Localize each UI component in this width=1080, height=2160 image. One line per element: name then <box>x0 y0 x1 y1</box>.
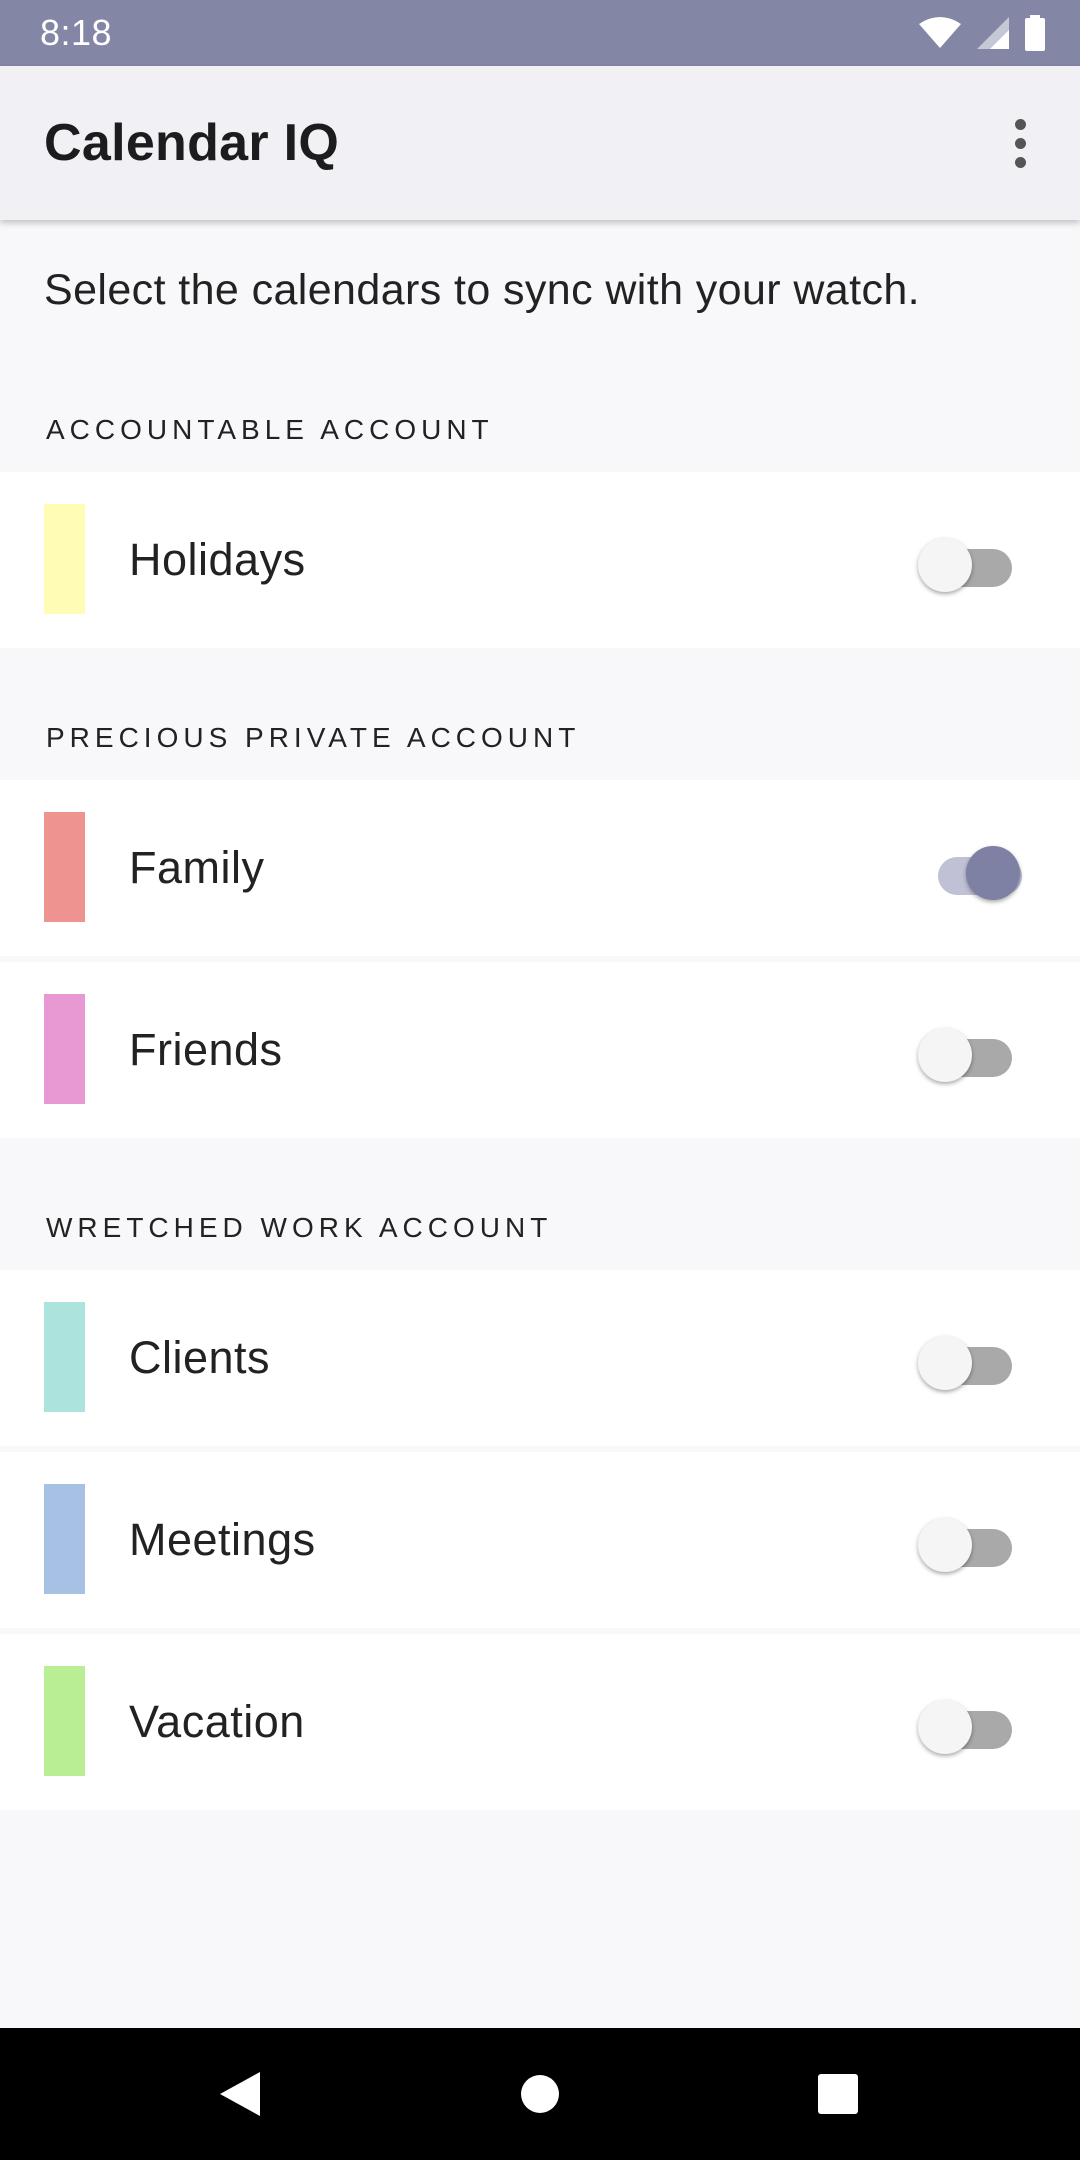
calendar-label: Meetings <box>129 1514 316 1565</box>
status-time: 8:18 <box>40 12 113 53</box>
back-icon[interactable] <box>180 2028 300 2160</box>
section-header-work: WRETCHED WORK ACCOUNT <box>46 1212 553 1243</box>
wifi-icon <box>919 17 961 48</box>
calendar-color-swatch <box>44 1302 85 1412</box>
calendar-row-vacation[interactable]: Vacation <box>0 1634 1080 1810</box>
recents-icon[interactable] <box>778 2028 898 2160</box>
calendar-color-swatch <box>44 1666 85 1776</box>
sync-toggle-vacation[interactable] <box>918 1692 1028 1754</box>
calendar-row-family[interactable]: Family <box>0 780 1080 956</box>
sync-toggle-meetings[interactable] <box>918 1510 1028 1572</box>
sync-toggle-holidays[interactable] <box>918 530 1028 592</box>
navigation-bar <box>0 2028 1080 2160</box>
calendar-label: Holidays <box>129 534 306 585</box>
calendar-settings: Select the calendars to sync with your w… <box>0 220 1080 2028</box>
home-icon[interactable] <box>480 2028 600 2160</box>
calendar-color-swatch <box>44 812 85 922</box>
calendar-row-friends[interactable]: Friends <box>0 962 1080 1138</box>
calendar-label: Friends <box>129 1024 283 1075</box>
calendar-color-swatch <box>44 1484 85 1594</box>
calendar-row-holidays[interactable]: Holidays <box>0 472 1080 648</box>
sync-toggle-friends[interactable] <box>918 1020 1028 1082</box>
section-header-private: PRECIOUS PRIVATE ACCOUNT <box>46 722 581 753</box>
calendar-color-swatch <box>44 504 85 614</box>
intro-text: Select the calendars to sync with your w… <box>44 266 921 314</box>
battery-icon <box>1025 15 1045 51</box>
calendar-row-meetings[interactable]: Meetings <box>0 1452 1080 1628</box>
status-bar: 8:18 <box>0 0 1080 66</box>
sync-toggle-clients[interactable] <box>918 1328 1028 1390</box>
more-vert-icon[interactable] <box>990 103 1050 183</box>
section-header-accountable: ACCOUNTABLE ACCOUNT <box>46 414 494 445</box>
calendar-label: Vacation <box>129 1696 305 1747</box>
app-bar: Calendar IQ <box>0 66 1080 220</box>
calendar-label: Family <box>129 842 265 893</box>
calendar-color-swatch <box>44 994 85 1104</box>
calendar-row-clients[interactable]: Clients <box>0 1270 1080 1446</box>
status-icons <box>918 15 1046 51</box>
app-title: Calendar IQ <box>44 114 340 172</box>
sync-toggle-family[interactable] <box>918 838 1028 900</box>
calendar-label: Clients <box>129 1332 271 1383</box>
signal-icon <box>977 17 1009 49</box>
